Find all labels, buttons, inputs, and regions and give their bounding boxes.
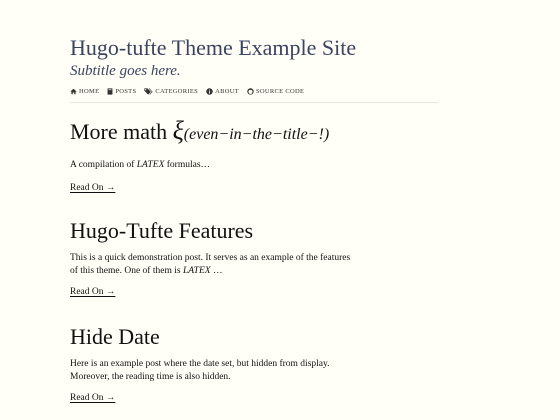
nav-categories-label: Categories [155,88,199,95]
main-nav: Home Posts Categories About Source Code [70,88,438,103]
nav-source-code-link[interactable]: Source Code [247,88,304,95]
tags-icon [144,88,154,95]
post-summary-line: This is a quick demonstration post. It s… [70,253,351,263]
post-summary-suffix: formulas… [164,160,211,170]
nav-posts-label: Posts [115,88,137,95]
post-summary-prefix: A compilation of [70,160,137,170]
post-title-math-subscript: (even−in−the−title−!) [183,126,330,143]
post-summary-text: This is a quick demonstration post. It s… [70,252,350,277]
read-on-link[interactable]: Read On → [70,287,115,297]
nav-posts-link[interactable]: Posts [107,88,136,95]
post-title[interactable]: Hide Date [70,324,340,350]
post-summary-line: Moreover, the reading time is also hidde… [70,371,231,382]
post-summary: Hide Date Here is an example post where … [70,324,340,405]
site-title[interactable]: Hugo-tufte Theme Example Site [70,35,438,61]
read-on-link[interactable]: Read On → [70,183,115,193]
nav-home-label: Home [79,88,100,95]
post-summary-suffix: … [210,265,223,276]
post-title[interactable]: Hugo-Tufte Features [70,218,340,244]
info-icon [206,88,213,95]
read-on-link[interactable]: Read On → [70,393,115,403]
post-summary-prefix: of this theme. One of them is [70,265,183,276]
post-summary-text: A compilation of LATEX formulas… [70,159,370,172]
post-summary-text: Here is an example post where the date s… [70,358,340,383]
latex-logo: LATEX [136,160,165,170]
home-icon [70,88,77,95]
post-summary-line: Here is an example post where the date s… [70,359,330,369]
site-subtitle: Subtitle goes here. [70,63,181,79]
latex-logo: LATEX [182,265,211,276]
post-title-text: More math [70,119,173,144]
site-header: Hugo-tufte Theme Example Site Subtitle g… [70,35,438,103]
page: Hugo-tufte Theme Example Site Subtitle g… [0,0,560,420]
nav-source-code-label: Source Code [255,88,305,95]
post-title-math-symbol: ξ [172,116,184,145]
nav-home-link[interactable]: Home [70,88,99,95]
post-title[interactable]: More math ξ(even−in−the−title−!) [70,118,370,148]
nav-categories-link[interactable]: Categories [144,88,198,95]
nav-about-label: About [215,88,239,95]
post-summary: More math ξ(even−in−the−title−!) A compi… [70,118,370,195]
nav-about-link[interactable]: About [206,88,239,95]
github-icon [247,88,254,95]
post-summary: Hugo-Tufte Features This is a quick demo… [70,218,350,299]
book-icon [107,88,113,95]
